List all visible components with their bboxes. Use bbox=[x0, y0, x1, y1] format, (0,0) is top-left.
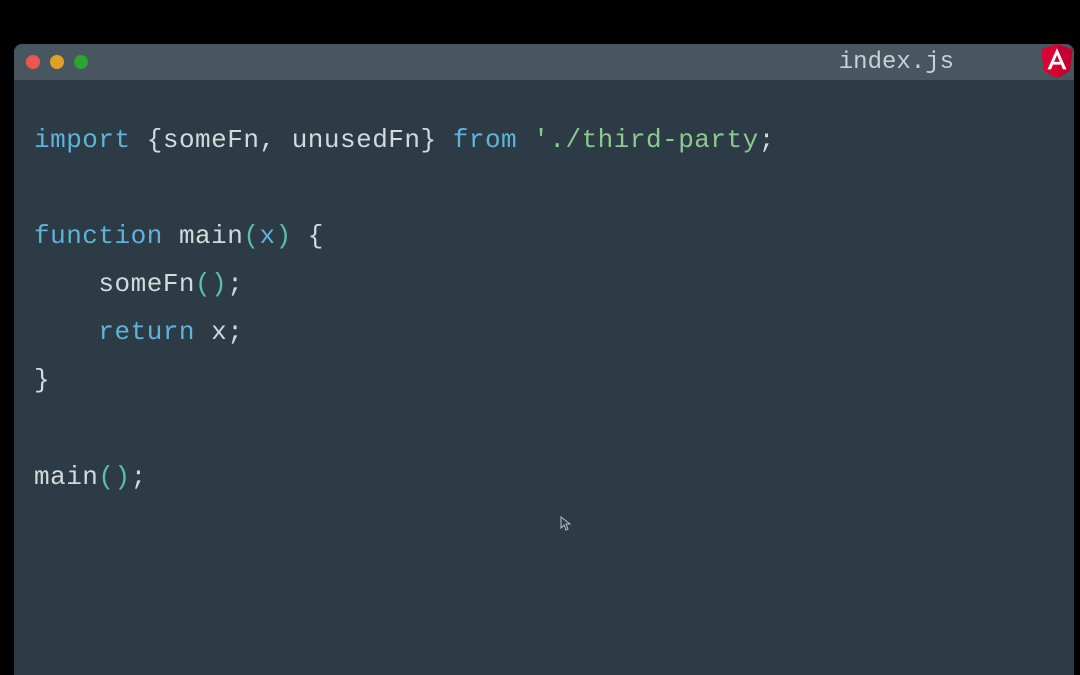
code-line-1: import {someFn, unusedFn} from './third-… bbox=[34, 116, 1054, 164]
param-x: x bbox=[259, 221, 275, 251]
keyword-return: return bbox=[98, 317, 195, 347]
keyword-function: function bbox=[34, 221, 163, 251]
maximize-icon[interactable] bbox=[74, 55, 88, 69]
file-name: index.js bbox=[839, 49, 954, 76]
code-line-8: main(); bbox=[34, 453, 1054, 501]
function-name: main bbox=[179, 221, 243, 251]
import-path: ./third-party bbox=[549, 125, 758, 155]
code-line-5: return x; bbox=[34, 308, 1054, 356]
call-main: main bbox=[34, 462, 98, 492]
editor-window: index.js import {someFn, unusedFn} from … bbox=[14, 44, 1074, 675]
angular-icon bbox=[1040, 44, 1074, 78]
code-line-4: someFn(); bbox=[34, 260, 1054, 308]
call-somefn: someFn bbox=[98, 269, 195, 299]
code-line-3: function main(x) { bbox=[34, 212, 1054, 260]
keyword-from: from bbox=[453, 125, 517, 155]
code-area[interactable]: import {someFn, unusedFn} from './third-… bbox=[14, 80, 1074, 537]
code-line-7 bbox=[34, 405, 1054, 453]
code-line-6: } bbox=[34, 356, 1054, 404]
return-var: x bbox=[211, 317, 227, 347]
minimize-icon[interactable] bbox=[50, 55, 64, 69]
traffic-lights bbox=[26, 55, 88, 69]
title-bar: index.js bbox=[14, 44, 1074, 80]
code-line-2 bbox=[34, 164, 1054, 212]
close-icon[interactable] bbox=[26, 55, 40, 69]
keyword-import: import bbox=[34, 125, 131, 155]
